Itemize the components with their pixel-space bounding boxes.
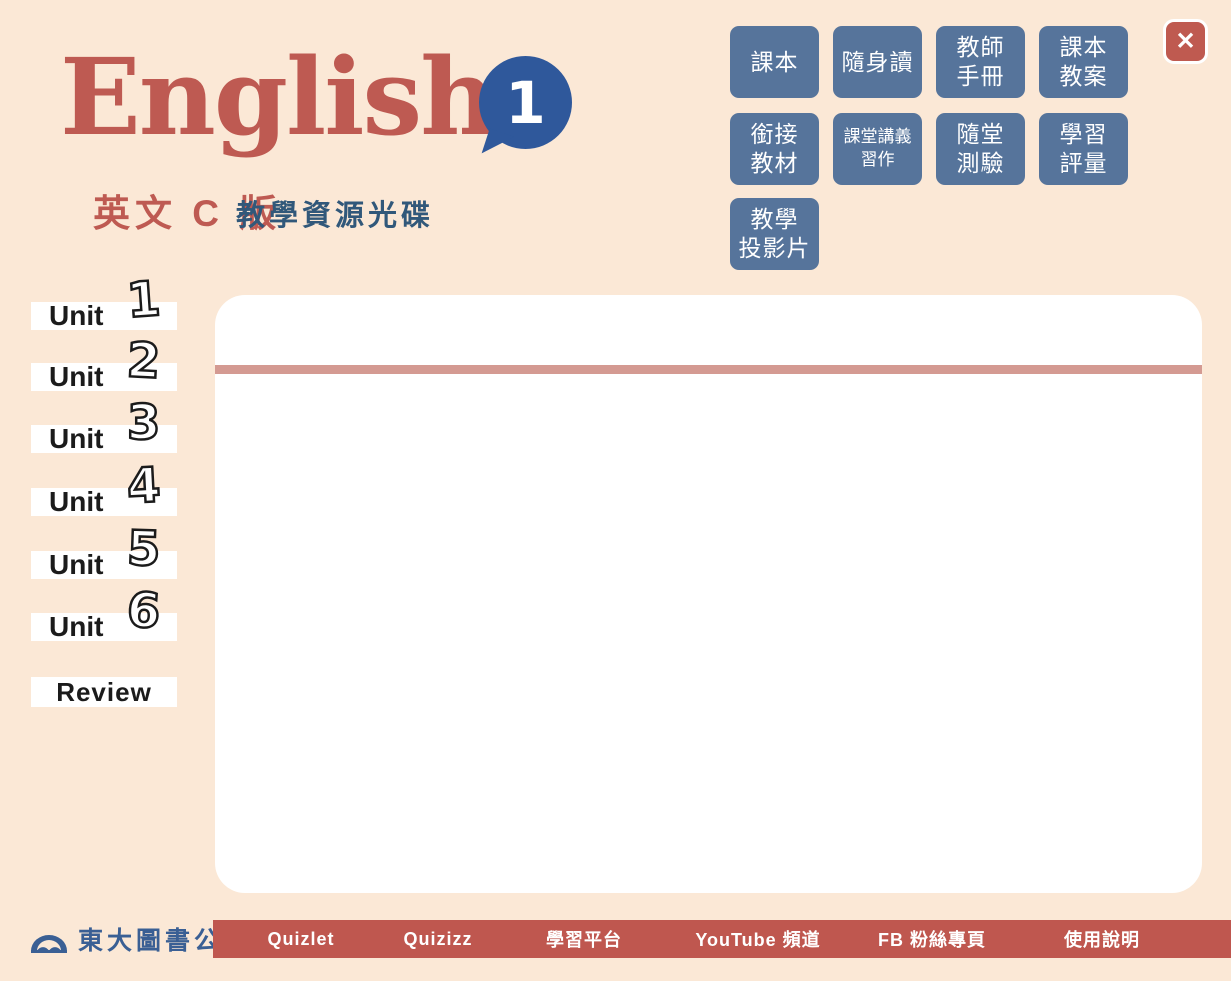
button-label: 課本 bbox=[1060, 33, 1108, 62]
footer-link-youtube-channel[interactable]: YouTube 頻道 bbox=[695, 920, 820, 958]
button-label: 教學 bbox=[751, 205, 799, 234]
sidebar-item-unit-6[interactable]: Unit 6 bbox=[31, 613, 177, 641]
unit-label: Unit bbox=[31, 613, 103, 641]
unit-label: Unit bbox=[31, 302, 103, 330]
panel-divider bbox=[215, 365, 1202, 374]
disc-title: 教學資源光碟 bbox=[236, 192, 434, 234]
button-label: 習作 bbox=[861, 149, 895, 172]
app-window: English 1 英文 C 版 教學資源光碟 ✕ 課本 隨身讀 教師 手冊 課… bbox=[0, 0, 1231, 981]
resource-button-bridging-materials[interactable]: 銜接 教材 bbox=[730, 113, 819, 185]
content-panel bbox=[215, 295, 1202, 893]
sidebar-item-unit-2[interactable]: Unit 2 bbox=[31, 363, 177, 391]
resource-button-class-handout-workbook[interactable]: 課堂講義 習作 bbox=[833, 113, 922, 185]
resource-button-teacher-manual[interactable]: 教師 手冊 bbox=[936, 26, 1025, 98]
sidebar-item-unit-5[interactable]: Unit 5 bbox=[31, 551, 177, 579]
button-label: 評量 bbox=[1060, 149, 1108, 178]
button-label: 教材 bbox=[751, 149, 799, 178]
resource-button-textbook-lesson-plan[interactable]: 課本 教案 bbox=[1039, 26, 1128, 98]
resource-button-pocket-reader[interactable]: 隨身讀 bbox=[833, 26, 922, 98]
close-button[interactable]: ✕ bbox=[1163, 19, 1208, 64]
button-label: 課堂講義 bbox=[844, 126, 912, 149]
footer-link-learning-platform[interactable]: 學習平台 bbox=[546, 920, 622, 958]
unit-number: 3 bbox=[127, 399, 160, 447]
unit-number: 4 bbox=[126, 461, 162, 511]
unit-number: 1 bbox=[125, 275, 162, 325]
button-label: 隨堂 bbox=[957, 120, 1005, 149]
button-label: 測驗 bbox=[957, 149, 1005, 178]
footer-link-user-guide[interactable]: 使用說明 bbox=[1064, 920, 1140, 958]
button-label: 銜接 bbox=[751, 120, 799, 149]
level-badge: 1 bbox=[479, 56, 572, 149]
review-label: Review bbox=[56, 677, 152, 708]
unit-number: 5 bbox=[126, 524, 161, 573]
button-label: 教案 bbox=[1060, 62, 1108, 91]
resource-button-teaching-slides[interactable]: 教學 投影片 bbox=[730, 198, 819, 270]
button-label: 課本 bbox=[751, 48, 799, 77]
resource-button-in-class-quiz[interactable]: 隨堂 測驗 bbox=[936, 113, 1025, 185]
sidebar-item-unit-3[interactable]: Unit 3 bbox=[31, 425, 177, 453]
footer-link-quizizz[interactable]: Quizizz bbox=[404, 920, 473, 958]
app-logo-english: English bbox=[60, 36, 495, 158]
unit-label: Unit bbox=[31, 425, 103, 453]
unit-label: Unit bbox=[31, 551, 103, 579]
resource-button-textbook[interactable]: 課本 bbox=[730, 26, 819, 98]
unit-number: 2 bbox=[126, 336, 162, 386]
button-label: 手冊 bbox=[957, 62, 1005, 91]
button-label: 教師 bbox=[957, 33, 1005, 62]
resource-button-learning-assessment[interactable]: 學習 評量 bbox=[1039, 113, 1128, 185]
button-label: 學習 bbox=[1060, 120, 1108, 149]
close-icon: ✕ bbox=[1175, 30, 1195, 54]
sidebar-item-review[interactable]: Review bbox=[31, 677, 177, 707]
footer-link-bar: Quizlet Quizizz 學習平台 YouTube 頻道 FB 粉絲專頁 … bbox=[213, 920, 1231, 958]
unit-label: Unit bbox=[31, 363, 103, 391]
button-label: 投影片 bbox=[739, 234, 811, 263]
button-label: 隨身讀 bbox=[842, 48, 914, 77]
footer-link-quizlet[interactable]: Quizlet bbox=[267, 920, 334, 958]
footer-link-fb-fan-page[interactable]: FB 粉絲專頁 bbox=[878, 920, 986, 958]
unit-number: 6 bbox=[125, 586, 162, 636]
sidebar-item-unit-4[interactable]: Unit 4 bbox=[31, 488, 177, 516]
publisher-arch-icon bbox=[28, 924, 70, 954]
level-badge-number: 1 bbox=[505, 69, 545, 137]
unit-label: Unit bbox=[31, 488, 103, 516]
sidebar-item-unit-1[interactable]: Unit 1 bbox=[31, 302, 177, 330]
